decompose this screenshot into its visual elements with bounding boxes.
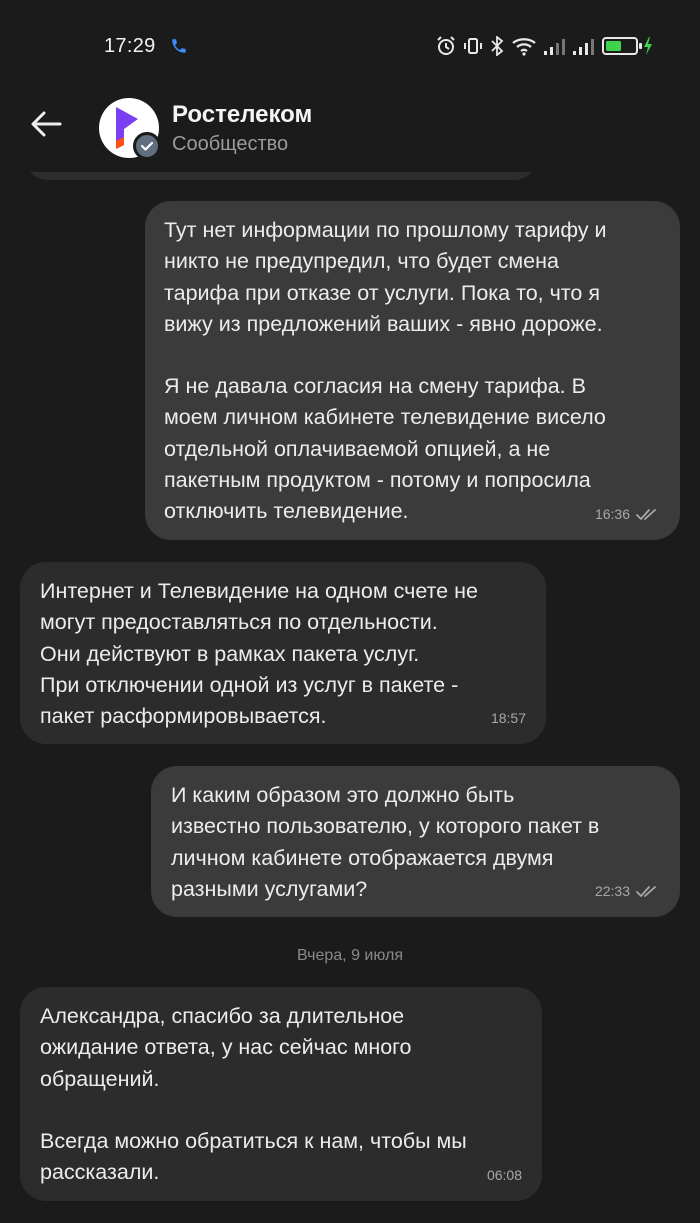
message-meta: 18:57 <box>491 703 526 734</box>
message-time: 06:08 <box>486 1166 522 1183</box>
message-text: Интернет и Телевидение на одном счете не… <box>40 579 478 729</box>
date-separator: Вчера, 9 июля <box>297 947 403 964</box>
message-text: Александра, спасибо за длительное ожидан… <box>40 1004 412 1091</box>
message-text: И каким образом это должно быть известно… <box>171 783 600 901</box>
chat-messages[interactable]: Тут нет информации по прошлому тарифу и … <box>0 172 700 1223</box>
wifi-icon <box>512 38 536 56</box>
call-active-icon <box>172 39 186 53</box>
signal-1-icon <box>544 39 565 55</box>
incoming-message[interactable]: Александра, спасибо за длительное ожидан… <box>20 987 542 1201</box>
back-arrow-icon[interactable] <box>28 106 64 142</box>
verified-badge-icon <box>133 132 161 160</box>
chat-subtitle: Сообщество <box>172 133 289 155</box>
message-meta: 06:08 <box>487 1160 522 1191</box>
message-meta: 22:33 <box>595 876 660 907</box>
status-icons <box>436 36 654 56</box>
message-time: 18:57 <box>490 709 526 726</box>
message-text: Тут нет информации по прошлому тарифу и … <box>164 218 607 336</box>
outgoing-message[interactable]: Тут нет информации по прошлому тарифу и … <box>145 201 680 540</box>
outgoing-message[interactable]: И каким образом это должно быть известно… <box>151 766 680 917</box>
message-meta: 16:36 <box>595 499 660 530</box>
chat-title[interactable]: Ростелеком <box>172 101 312 129</box>
message-bubble-partial <box>24 172 538 180</box>
message-time: 16:36 <box>594 505 630 522</box>
alarm-icon <box>437 36 455 55</box>
vibrate-icon <box>464 38 482 54</box>
double-check-icon <box>636 509 656 521</box>
signal-2-icon <box>573 39 594 55</box>
double-check-icon <box>636 886 656 898</box>
chat-header: Ростелеком Сообщество <box>0 92 700 172</box>
battery-charging-icon <box>602 37 652 55</box>
message-time: 22:33 <box>594 882 630 899</box>
incoming-message[interactable]: Интернет и Телевидение на одном счете не… <box>20 562 546 744</box>
message-text: Всегда можно обратиться к нам, чтобы мы … <box>40 1128 467 1185</box>
status-bar: 17:29 <box>0 0 700 92</box>
message-text: Я не давала согласия на смену тарифа. В … <box>164 374 606 524</box>
bluetooth-icon <box>491 36 504 56</box>
status-time: 17:29 <box>104 35 156 57</box>
